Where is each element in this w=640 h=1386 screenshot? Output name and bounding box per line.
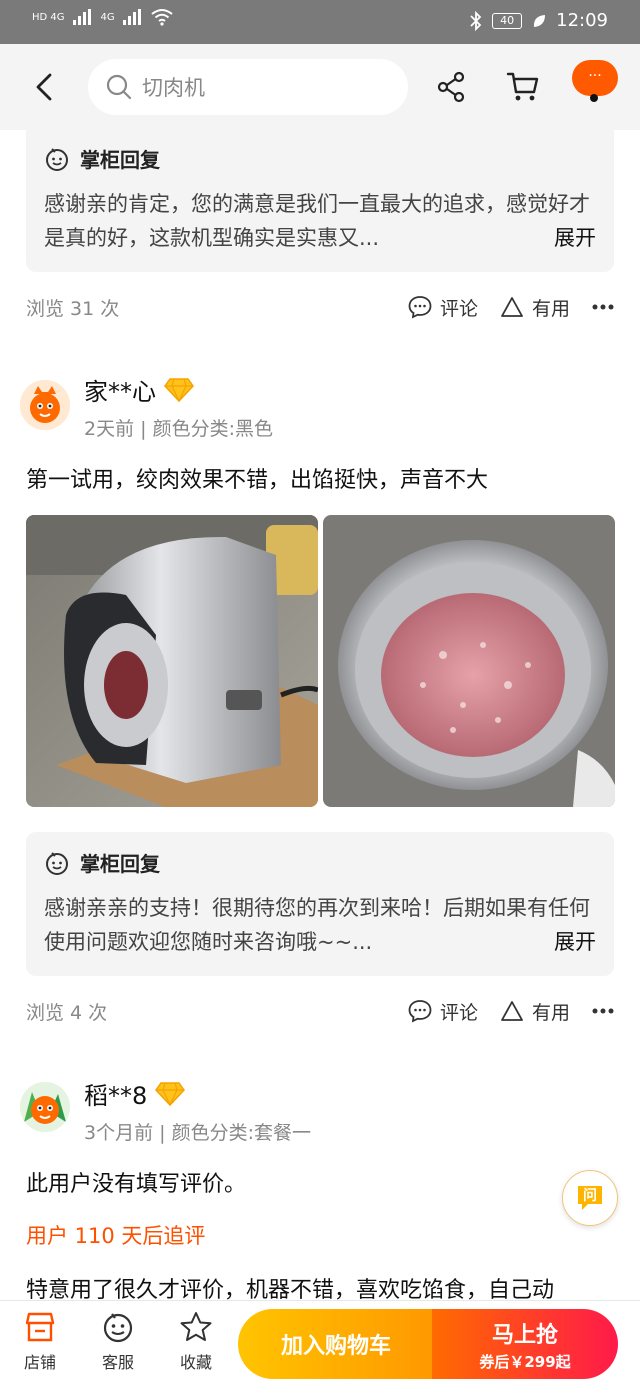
review-content: 此用户没有填写评价。 xyxy=(26,1172,247,1197)
bottom-action-bar: 店铺 客服 收藏 加入购物车 马上抢 券后￥299起 xyxy=(0,1300,640,1386)
comment-button[interactable]: 评论 xyxy=(408,998,478,1025)
smiley-icon xyxy=(46,851,68,875)
service-label: 客服 xyxy=(101,1353,134,1372)
tmall-mascot-icon xyxy=(20,380,70,430)
comment-icon xyxy=(408,1000,432,1023)
review-photo-minced-meat[interactable] xyxy=(323,515,615,807)
useful-label: 有用 xyxy=(531,297,570,320)
reply-text: 感谢亲亲的支持！很期待您的再次到来哈！后期如果有任何使用问题欢迎您随时来咨询哦~… xyxy=(44,896,590,954)
battery-indicator: 40 xyxy=(492,12,523,29)
grinder-photo-image xyxy=(26,515,318,807)
reviewer-name-text: 稻**8 xyxy=(84,1082,148,1110)
more-menu-button[interactable]: ··· xyxy=(572,60,618,96)
chevron-left-icon xyxy=(36,73,52,101)
view-count: 浏览 4 次 xyxy=(26,1001,108,1024)
useful-label: 有用 xyxy=(531,1001,570,1024)
reply-title: 掌柜回复 xyxy=(80,148,160,172)
tmall-mascot-icon xyxy=(20,1082,70,1132)
reply-text: 感谢亲的肯定，您的满意是我们一直最大的追求，感觉好才是真的好，这款机型确实是实惠… xyxy=(44,192,590,250)
view-count: 浏览 31 次 xyxy=(26,297,120,320)
search-input[interactable]: 切肉机 xyxy=(88,59,408,115)
reviewer-name: 稻**8 xyxy=(84,1076,186,1111)
avatar[interactable] xyxy=(20,1082,70,1132)
ask-button[interactable]: 问 xyxy=(562,1170,618,1226)
wifi-icon xyxy=(151,9,173,26)
search-placeholder: 切肉机 xyxy=(142,76,205,100)
review-photo-grinder[interactable] xyxy=(26,515,318,807)
bluetooth-icon xyxy=(470,10,482,31)
useful-button[interactable]: 有用 xyxy=(500,998,570,1025)
expand-button[interactable]: 展开 xyxy=(540,221,596,255)
review-content: 第一试用，绞肉效果不错，出馅挺快，声音不大 xyxy=(26,468,489,493)
cart-button[interactable] xyxy=(506,70,540,104)
comment-button[interactable]: 评论 xyxy=(408,294,478,321)
shop-button[interactable]: 店铺 xyxy=(10,1311,70,1373)
shop-reply-box: 掌柜回复 感谢亲亲的支持！很期待您的再次到来哈！后期如果有任何使用问题欢迎您随时… xyxy=(26,832,614,976)
smiley-icon xyxy=(46,147,68,171)
comment-label: 评论 xyxy=(439,297,478,320)
add-to-cart-button[interactable]: 加入购物车 xyxy=(238,1309,434,1379)
diamond-badge-icon xyxy=(155,1081,186,1106)
more-dots-icon[interactable] xyxy=(592,304,614,310)
buy-now-button[interactable]: 马上抢 券后￥299起 xyxy=(432,1309,618,1379)
useful-button[interactable]: 有用 xyxy=(500,294,570,321)
buy-now-label: 马上抢 xyxy=(491,1323,558,1348)
star-icon xyxy=(180,1312,212,1341)
expand-button[interactable]: 展开 xyxy=(540,925,596,959)
signal-icon xyxy=(72,9,93,25)
leaf-icon xyxy=(534,14,546,27)
shop-reply-box: 掌柜回复 感谢亲的肯定，您的满意是我们一直最大的追求，感觉好才是真的好，这款机型… xyxy=(26,130,614,272)
reply-title: 掌柜回复 xyxy=(80,852,160,876)
comment-icon xyxy=(408,296,432,319)
search-icon xyxy=(106,74,132,100)
favorite-button[interactable]: 收藏 xyxy=(166,1311,226,1373)
favorite-label: 收藏 xyxy=(179,1353,212,1372)
share-icon xyxy=(437,71,465,103)
diamond-badge-icon xyxy=(164,377,194,402)
reviewer-name-text: 家**心 xyxy=(84,378,156,406)
clock: 12:09 xyxy=(556,10,608,31)
thumb-triangle-icon xyxy=(501,1001,523,1021)
share-button[interactable] xyxy=(436,70,468,104)
service-button[interactable]: 客服 xyxy=(88,1311,148,1373)
review-meta: 3个月前 | 颜色分类:套餐一 xyxy=(84,1122,311,1144)
signal-icon-2 xyxy=(122,9,143,25)
shop-label: 店铺 xyxy=(23,1353,56,1372)
cart-icon xyxy=(506,72,539,101)
reviewer-name: 家**心 xyxy=(84,372,194,407)
review-meta-row: 浏览 4 次 评论 有用 xyxy=(26,994,614,1028)
followup-label: 用户 110 天后追评 xyxy=(26,1224,206,1248)
review-meta: 2天前 | 颜色分类:黑色 xyxy=(84,418,273,440)
notification-dot xyxy=(590,94,598,102)
network-indicator: HD 4G xyxy=(32,11,65,23)
avatar[interactable] xyxy=(20,380,70,430)
network-indicator-2: 4G xyxy=(100,11,115,23)
review-meta-row: 浏览 31 次 评论 有用 xyxy=(26,290,614,324)
ask-label: 问 xyxy=(583,1188,597,1204)
thumb-triangle-icon xyxy=(501,297,523,317)
buy-now-price: 券后￥299起 xyxy=(479,1353,571,1371)
top-bar: 切肉机 ··· xyxy=(0,44,640,130)
shop-icon xyxy=(25,1312,55,1342)
more-dots-icon[interactable] xyxy=(592,1008,614,1014)
smiley-service-icon xyxy=(103,1313,133,1343)
back-button[interactable] xyxy=(30,70,60,104)
comment-label: 评论 xyxy=(439,1001,478,1024)
status-bar: HD 4G 4G 40 12:09 xyxy=(0,0,640,44)
minced-meat-photo-image xyxy=(323,515,615,807)
